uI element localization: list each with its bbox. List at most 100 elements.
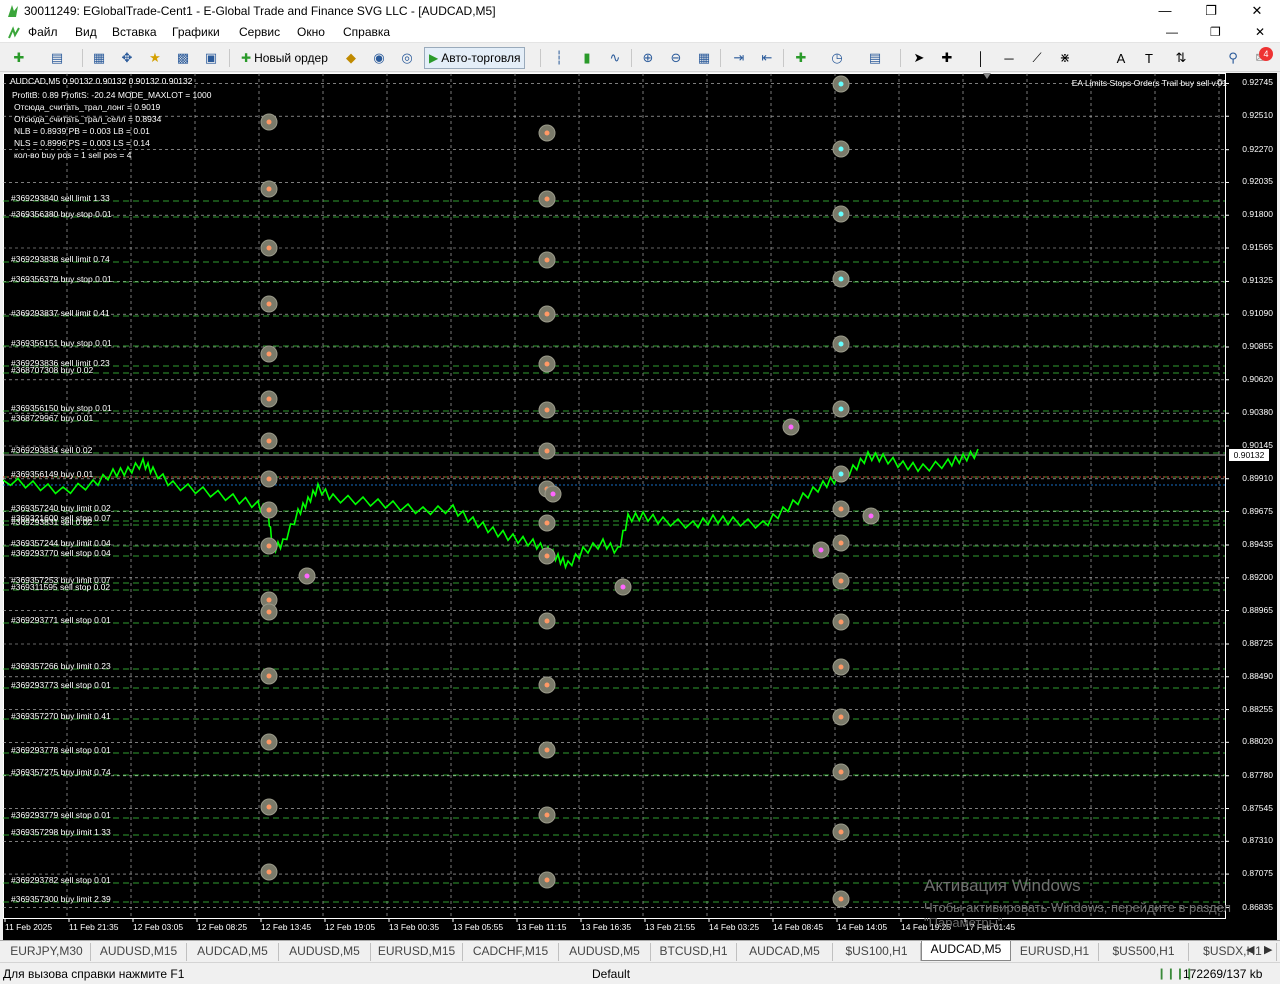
order-label[interactable]: #369293773 sell stop 0.01 <box>11 680 111 690</box>
order-label[interactable]: #369357270 buy limit 0.41 <box>11 711 111 721</box>
autoscroll-icon[interactable]: ⇥ <box>728 47 750 69</box>
order-label[interactable]: #369293838 sell limit 0.74 <box>11 254 110 264</box>
tile-windows-icon[interactable]: ▦ <box>693 47 715 69</box>
order-marker-dot <box>266 609 272 615</box>
order-label[interactable]: #369357240 buy limit 0.02 <box>11 503 111 513</box>
profiles-icon[interactable]: ▤ <box>46 47 68 69</box>
menu-file[interactable]: Файл <box>28 25 58 39</box>
new-chart-icon[interactable]: ✚ <box>8 47 30 69</box>
cursor-icon[interactable]: ➤ <box>908 47 930 69</box>
menu-window[interactable]: Окно <box>297 25 325 39</box>
order-label[interactable]: #369311595 sell stop 0.02 <box>11 582 110 592</box>
order-label[interactable]: #368729967 buy 0.01 <box>11 413 93 423</box>
chart-window-icon[interactable] <box>8 26 22 40</box>
chart-header: AUDCAD,M5 0.90132 0.90132 0.90132 0.9013… <box>10 76 193 86</box>
chart-tab[interactable]: EURJPY,M30 <box>3 943 91 961</box>
zoom-in-icon[interactable]: ⊕ <box>637 47 659 69</box>
chart-tab[interactable]: AUDUSD,M5 <box>559 943 651 961</box>
order-label[interactable]: #369293779 sell stop 0.01 <box>11 810 111 820</box>
order-label[interactable]: #369293831 sell 0.02 <box>11 517 92 527</box>
price-chart[interactable]: AUDCAD,M5 0.90132 0.90132 0.90132 0.9013… <box>3 73 1277 940</box>
order-label[interactable]: #369357300 buy limit 2.39 <box>11 894 111 904</box>
order-label[interactable]: #369356149 buy 0.01 <box>11 469 93 479</box>
order-label[interactable]: #369356379 buy stop 0.01 <box>11 274 112 284</box>
navigator-icon[interactable]: ★ <box>144 47 166 69</box>
order-label[interactable]: #369357244 buy limit 0.04 <box>11 538 111 548</box>
order-label[interactable]: #369356151 buy stop 0.01 <box>11 338 112 348</box>
chart-shift-icon[interactable]: ⇤ <box>756 47 778 69</box>
maximize-button[interactable]: ❐ <box>1188 0 1234 22</box>
info-line-5: NLS = 0.8996 PS = 0.003 LS = 0.14 <box>14 138 150 148</box>
arrows-icon[interactable]: ⇅ <box>1170 47 1192 69</box>
order-label[interactable]: #369293837 sell limit 0.41 <box>11 308 110 318</box>
chart-tab[interactable]: EURUSD,H1 <box>1011 943 1099 961</box>
menu-tools[interactable]: Сервис <box>239 25 280 39</box>
doc-minimize-button[interactable]: — <box>1166 25 1178 39</box>
order-label[interactable]: #369293782 sell stop 0.01 <box>11 875 111 885</box>
price-axis-label: 0.91090 <box>1242 308 1273 319</box>
order-label[interactable]: #369293778 sell stop 0.01 <box>11 745 111 755</box>
text-icon[interactable]: A <box>1110 47 1132 69</box>
time-axis-label: 12 Feb 08:25 <box>197 922 248 932</box>
chart-tab[interactable]: CADCHF,M15 <box>463 943 559 961</box>
chart-tab[interactable]: $US500,H1 <box>1099 943 1189 961</box>
order-label[interactable]: #369293771 sell stop 0.01 <box>11 615 111 625</box>
chart-tab[interactable]: AUDUSD,M5 <box>279 943 371 961</box>
market-watch-icon[interactable]: ▦ <box>88 47 110 69</box>
menu-insert[interactable]: Вставка <box>112 25 157 39</box>
terminal-icon[interactable]: ▩ <box>172 47 194 69</box>
chart-tab[interactable]: AUDUSD,M15 <box>91 943 187 961</box>
chart-tab[interactable]: AUDCAD,M5 <box>737 943 833 961</box>
doc-close-button[interactable]: ✕ <box>1255 25 1265 39</box>
menu-charts[interactable]: Графики <box>172 25 220 39</box>
trendline-icon[interactable]: ⟋ <box>1026 47 1048 69</box>
text-label-icon[interactable]: T <box>1138 47 1160 69</box>
tab-scroll-right-icon[interactable]: ▶ <box>1264 943 1272 956</box>
bar-chart-icon[interactable]: ┆ <box>548 47 570 69</box>
doc-restore-button[interactable]: ❐ <box>1210 25 1221 39</box>
zoom-out-icon[interactable]: ⊖ <box>665 47 687 69</box>
order-marker-dot <box>544 812 550 818</box>
signals-icon[interactable]: ◉ <box>368 47 390 69</box>
chart-tab[interactable]: BTCUSD,H1 <box>651 943 737 961</box>
line-chart-icon[interactable]: ∿ <box>604 47 626 69</box>
minimize-button[interactable]: — <box>1142 0 1188 22</box>
tab-scroll-left-icon[interactable]: ◀ <box>1246 943 1254 956</box>
periods-icon[interactable]: ◷ <box>826 47 848 69</box>
chart-tab[interactable]: AUDCAD,M5 <box>921 941 1011 961</box>
data-window-icon[interactable]: ✥ <box>116 47 138 69</box>
vertical-line-icon[interactable]: │ <box>970 47 992 69</box>
order-marker-dot <box>838 81 844 87</box>
order-marker-dot <box>838 146 844 152</box>
chart-tab[interactable]: $US100,H1 <box>833 943 921 961</box>
order-label[interactable]: #369293834 sell 0.02 <box>11 445 92 455</box>
autotrading-button[interactable]: ▶ Авто-торговля <box>424 47 526 69</box>
order-label[interactable]: #368707308 buy 0.02 <box>11 365 93 375</box>
templates-icon[interactable]: ▤ <box>864 47 886 69</box>
chart-tab[interactable]: EURUSD,M15 <box>371 943 463 961</box>
new-order-button[interactable]: ✚ Новый ордер <box>236 47 333 69</box>
meta-editor-icon[interactable]: ◆ <box>340 47 362 69</box>
order-label[interactable]: #369356380 buy stop 0.01 <box>11 209 112 219</box>
market-icon[interactable]: ◎ <box>396 47 418 69</box>
search-icon[interactable]: ⚲ <box>1222 47 1244 69</box>
channel-icon[interactable]: ⋇ <box>1054 47 1076 69</box>
order-marker-dot <box>838 276 844 282</box>
order-label[interactable]: #369357266 buy limit 0.23 <box>11 661 111 671</box>
close-button[interactable]: ✕ <box>1234 0 1280 22</box>
chart-tab[interactable]: AUDCAD,M5 <box>187 943 279 961</box>
menu-help[interactable]: Справка <box>343 25 390 39</box>
order-label[interactable]: #369293840 sell limit 1.33 <box>11 193 110 203</box>
indicators-icon[interactable]: ✚ <box>790 47 812 69</box>
horizontal-line-icon[interactable]: ─ <box>998 47 1020 69</box>
order-label[interactable]: #369356150 buy stop 0.01 <box>11 403 112 413</box>
order-label[interactable]: #369357298 buy limit 1.33 <box>11 827 111 837</box>
order-label[interactable]: #369357275 buy limit 0.74 <box>11 767 111 777</box>
price-axis-label: 0.87310 <box>1242 835 1273 846</box>
strategy-tester-icon[interactable]: ▣ <box>200 47 222 69</box>
menu-view[interactable]: Вид <box>75 25 97 39</box>
crosshair-icon[interactable]: ✚ <box>936 47 958 69</box>
order-label[interactable]: #369293770 sell stop 0.04 <box>11 548 111 558</box>
candlestick-icon[interactable]: ▮ <box>576 47 598 69</box>
price-axis-label: 0.89675 <box>1242 505 1273 516</box>
